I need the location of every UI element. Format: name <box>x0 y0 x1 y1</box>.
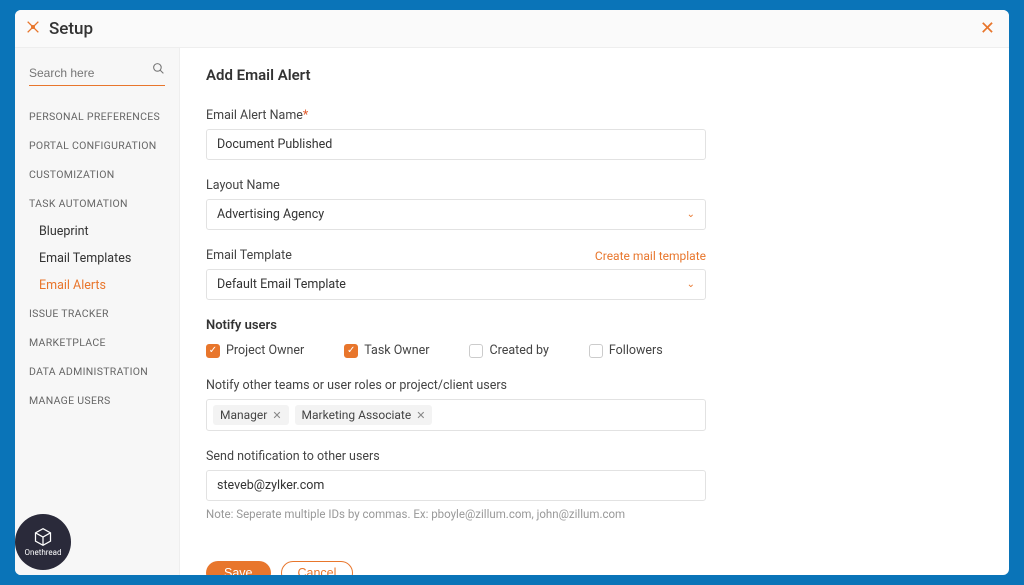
brand-badge[interactable]: Onethread <box>15 514 71 570</box>
notify-title: Notify users <box>206 318 983 333</box>
sidebar-item-personal-preferences[interactable]: PERSONAL PREFERENCES <box>15 102 179 131</box>
checkbox-label: Followers <box>609 343 663 358</box>
checkbox-label: Created by <box>489 343 548 358</box>
sidebar-sub-email-templates[interactable]: Email Templates <box>15 245 179 272</box>
modal-header-left: Setup <box>25 19 93 39</box>
layout-label: Layout Name <box>206 178 983 193</box>
checkbox-task-owner[interactable]: Task Owner <box>344 343 429 358</box>
checkbox-created-by[interactable]: Created by <box>469 343 548 358</box>
alert-name-label-text: Email Alert Name <box>206 108 303 123</box>
template-label: Email Template <box>206 248 292 263</box>
field-template: Email Template Create mail template Defa… <box>206 248 983 300</box>
content-area: Add Email Alert Email Alert Name* Docume… <box>180 48 1009 575</box>
sidebar-sub-email-alerts[interactable]: Email Alerts <box>15 272 179 299</box>
layout-value: Advertising Agency <box>217 207 324 222</box>
notify-teams-input[interactable]: Manager ✕ Marketing Associate ✕ <box>206 399 706 431</box>
tag-remove-icon[interactable]: ✕ <box>272 409 281 422</box>
sidebar-item-issue-tracker[interactable]: ISSUE TRACKER <box>15 299 179 328</box>
search-input[interactable] <box>29 66 165 80</box>
tag-label: Marketing Associate <box>302 408 412 422</box>
sidebar-item-manage-users[interactable]: MANAGE USERS <box>15 386 179 415</box>
setup-icon <box>25 19 41 39</box>
field-notify-users: Notify users Project Owner Task Owner Cr… <box>206 318 983 358</box>
brand-label: Onethread <box>25 548 62 557</box>
alert-name-input[interactable]: Document Published <box>206 129 706 160</box>
tag-label: Manager <box>220 408 267 422</box>
other-users-note: Note: Seperate multiple IDs by commas. E… <box>206 507 983 521</box>
field-notify-teams: Notify other teams or user roles or proj… <box>206 378 983 431</box>
notify-checkbox-row: Project Owner Task Owner Created by Foll… <box>206 343 983 358</box>
create-template-link[interactable]: Create mail template <box>595 249 706 263</box>
action-row: Save Cancel <box>206 561 983 575</box>
checkbox-label: Task Owner <box>364 343 429 358</box>
field-alert-name: Email Alert Name* Document Published <box>206 108 983 160</box>
template-select[interactable]: Default Email Template ⌄ <box>206 269 706 300</box>
tag-remove-icon[interactable]: ✕ <box>416 409 425 422</box>
field-layout: Layout Name Advertising Agency ⌄ <box>206 178 983 230</box>
template-value: Default Email Template <box>217 277 346 292</box>
tag-manager: Manager ✕ <box>213 405 289 425</box>
save-button[interactable]: Save <box>206 561 271 575</box>
chevron-down-icon: ⌄ <box>687 209 695 220</box>
checkbox-followers[interactable]: Followers <box>589 343 663 358</box>
sidebar-item-task-automation[interactable]: TASK AUTOMATION <box>15 189 179 218</box>
search-wrap <box>29 62 165 86</box>
sidebar-item-customization[interactable]: CUSTOMIZATION <box>15 160 179 189</box>
chevron-down-icon: ⌄ <box>687 279 695 290</box>
sidebar: PERSONAL PREFERENCES PORTAL CONFIGURATIO… <box>15 48 180 575</box>
required-asterisk: * <box>303 108 308 123</box>
checkbox-project-owner[interactable]: Project Owner <box>206 343 304 358</box>
search-icon[interactable] <box>152 62 165 79</box>
close-icon[interactable]: ✕ <box>980 18 995 39</box>
checkbox-icon <box>469 344 483 358</box>
other-users-input[interactable]: steveb@zylker.com <box>206 470 706 501</box>
modal-header: Setup ✕ <box>15 10 1009 48</box>
alert-name-label: Email Alert Name* <box>206 108 983 123</box>
checkbox-label: Project Owner <box>226 343 304 358</box>
checkbox-icon <box>589 344 603 358</box>
sidebar-item-marketplace[interactable]: MARKETPLACE <box>15 328 179 357</box>
modal-body: PERSONAL PREFERENCES PORTAL CONFIGURATIO… <box>15 48 1009 575</box>
notify-teams-label: Notify other teams or user roles or proj… <box>206 378 983 393</box>
sidebar-sub-blueprint[interactable]: Blueprint <box>15 218 179 245</box>
sidebar-item-data-administration[interactable]: DATA ADMINISTRATION <box>15 357 179 386</box>
setup-modal: Setup ✕ PERSONAL PREFERENCES PORTAL CONF… <box>15 10 1009 575</box>
template-label-row: Email Template Create mail template <box>206 248 706 263</box>
layout-select[interactable]: Advertising Agency ⌄ <box>206 199 706 230</box>
sidebar-item-portal-configuration[interactable]: PORTAL CONFIGURATION <box>15 131 179 160</box>
tag-marketing-associate: Marketing Associate ✕ <box>295 405 433 425</box>
other-users-label: Send notification to other users <box>206 449 983 464</box>
checkbox-icon <box>344 344 358 358</box>
modal-title: Setup <box>49 19 93 39</box>
page-title: Add Email Alert <box>206 66 983 84</box>
checkbox-icon <box>206 344 220 358</box>
field-other-users: Send notification to other users steveb@… <box>206 449 983 521</box>
cancel-button[interactable]: Cancel <box>281 561 354 575</box>
brand-cube-icon <box>33 527 53 547</box>
